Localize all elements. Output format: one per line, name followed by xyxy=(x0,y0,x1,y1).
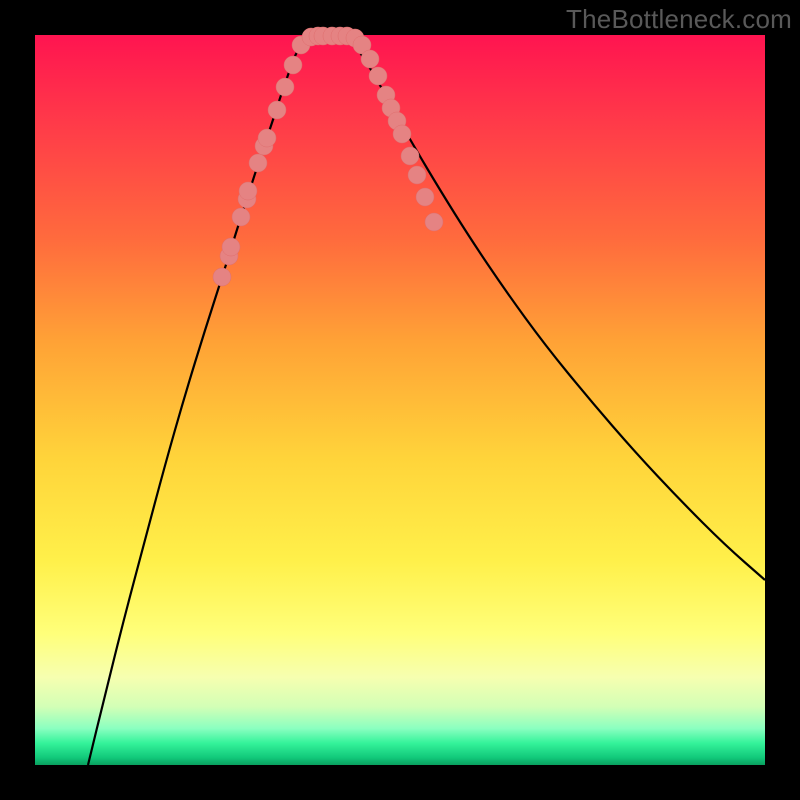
watermark-text: TheBottleneck.com xyxy=(566,4,792,35)
data-dot xyxy=(232,208,250,226)
data-dot xyxy=(369,67,387,85)
data-dot xyxy=(239,182,257,200)
right-curve xyxy=(345,35,765,580)
data-dot xyxy=(249,154,267,172)
data-dot xyxy=(222,238,240,256)
chart-svg xyxy=(35,35,765,765)
data-dot xyxy=(258,129,276,147)
data-dots-group xyxy=(213,27,443,286)
data-dot xyxy=(213,268,231,286)
data-dot xyxy=(268,101,286,119)
data-dot xyxy=(416,188,434,206)
data-dot xyxy=(425,213,443,231)
data-dot xyxy=(408,166,426,184)
data-dot xyxy=(284,56,302,74)
data-dot xyxy=(401,147,419,165)
left-curve xyxy=(88,35,310,765)
data-dot xyxy=(393,125,411,143)
chart-frame: TheBottleneck.com xyxy=(0,0,800,800)
data-dot xyxy=(361,50,379,68)
data-dot xyxy=(276,78,294,96)
plot-area xyxy=(35,35,765,765)
